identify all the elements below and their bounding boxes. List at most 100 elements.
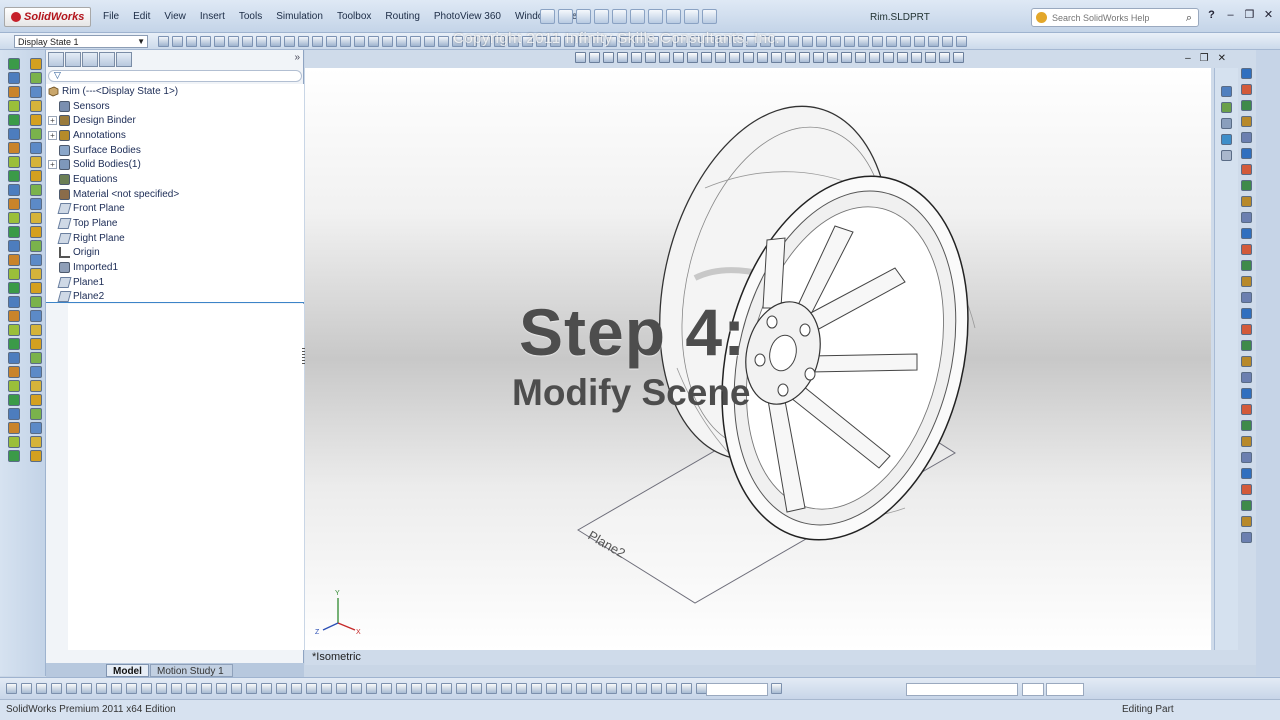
toolbar-tool-icon[interactable] bbox=[228, 36, 239, 47]
format-tool-icon[interactable] bbox=[276, 683, 287, 694]
dimxpert-tab-icon[interactable] bbox=[99, 52, 115, 67]
toolbar-tool-icon[interactable] bbox=[158, 36, 169, 47]
toolbar-tool-icon[interactable] bbox=[914, 36, 925, 47]
sketch-tool-icon[interactable] bbox=[1240, 340, 1252, 351]
rebuild-icon[interactable] bbox=[648, 9, 663, 24]
command-icon[interactable] bbox=[8, 352, 20, 364]
viewport-close-icon[interactable]: ✕ bbox=[1218, 53, 1226, 64]
format-tool-icon[interactable] bbox=[501, 683, 512, 694]
format-tool-icon[interactable] bbox=[336, 683, 347, 694]
command-icon[interactable] bbox=[30, 128, 42, 140]
feature-filter-input[interactable]: ▽ bbox=[48, 70, 302, 82]
toolbar-tool-icon[interactable] bbox=[942, 36, 953, 47]
propertymanager-tab-icon[interactable] bbox=[65, 52, 81, 67]
font-size-dropdown[interactable] bbox=[1022, 683, 1044, 696]
toolbar-tool-icon[interactable] bbox=[172, 36, 183, 47]
view-tool-icon[interactable] bbox=[883, 52, 894, 63]
toolbar-tool-icon[interactable] bbox=[396, 36, 407, 47]
format-tool-icon[interactable] bbox=[306, 683, 317, 694]
toolbar-tool-icon[interactable] bbox=[242, 36, 253, 47]
sketch-tool-icon[interactable] bbox=[1240, 484, 1252, 495]
viewport-minimize-icon[interactable]: – bbox=[1185, 53, 1191, 64]
view-tool-icon[interactable] bbox=[701, 52, 712, 63]
view-tool-icon[interactable] bbox=[687, 52, 698, 63]
command-icon[interactable] bbox=[30, 422, 42, 434]
sketch-tool-icon[interactable] bbox=[1240, 324, 1252, 335]
view-tool-icon[interactable] bbox=[841, 52, 852, 63]
format-tool-icon[interactable] bbox=[126, 683, 137, 694]
command-icon[interactable] bbox=[8, 324, 20, 336]
command-icon[interactable] bbox=[8, 282, 20, 294]
command-icon[interactable] bbox=[30, 338, 42, 350]
search-icon[interactable]: ⌕ bbox=[1186, 12, 1192, 25]
toolbar-tool-icon[interactable] bbox=[410, 36, 421, 47]
command-icon[interactable] bbox=[8, 142, 20, 154]
toolbar-tool-icon[interactable] bbox=[956, 36, 967, 47]
close-icon[interactable]: ✕ bbox=[1261, 8, 1276, 21]
format-tool-icon[interactable] bbox=[531, 683, 542, 694]
format-tool-icon[interactable] bbox=[351, 683, 362, 694]
toolbar-tool-icon[interactable] bbox=[298, 36, 309, 47]
format-tool-icon[interactable] bbox=[486, 683, 497, 694]
view-tool-icon[interactable] bbox=[715, 52, 726, 63]
new-document-icon[interactable] bbox=[540, 9, 555, 24]
command-icon[interactable] bbox=[8, 100, 20, 112]
view-tool-icon[interactable] bbox=[897, 52, 908, 63]
command-icon[interactable] bbox=[30, 156, 42, 168]
command-icon[interactable] bbox=[8, 86, 20, 98]
command-icon[interactable] bbox=[30, 366, 42, 378]
view-tool-icon[interactable] bbox=[589, 52, 600, 63]
search-input[interactable] bbox=[1052, 11, 1177, 24]
toolbar-tool-icon[interactable] bbox=[326, 36, 337, 47]
format-tool-icon[interactable] bbox=[441, 683, 452, 694]
format-tool-icon[interactable] bbox=[546, 683, 557, 694]
view-tool-icon[interactable] bbox=[925, 52, 936, 63]
command-icon[interactable] bbox=[8, 240, 20, 252]
command-icon[interactable] bbox=[8, 114, 20, 126]
format-tool-icon[interactable] bbox=[66, 683, 77, 694]
view-tool-icon[interactable] bbox=[827, 52, 838, 63]
toolbar-tool-icon[interactable] bbox=[802, 36, 813, 47]
command-icon[interactable] bbox=[8, 296, 20, 308]
sketch-tool-icon[interactable] bbox=[1240, 436, 1252, 447]
command-icon[interactable] bbox=[30, 86, 42, 98]
format-tool-icon[interactable] bbox=[96, 683, 107, 694]
command-icon[interactable] bbox=[8, 310, 20, 322]
toolbar-tool-icon[interactable] bbox=[928, 36, 939, 47]
view-tool-icon[interactable] bbox=[575, 52, 586, 63]
command-icon[interactable] bbox=[8, 254, 20, 266]
menu-photoview[interactable]: PhotoView 360 bbox=[427, 11, 508, 22]
tree-item[interactable]: Top Plane bbox=[46, 216, 304, 231]
toolbar-tool-icon[interactable] bbox=[368, 36, 379, 47]
format-tool-icon[interactable] bbox=[396, 683, 407, 694]
format-tool-icon[interactable] bbox=[111, 683, 122, 694]
undo-icon[interactable] bbox=[612, 9, 627, 24]
format-tool-icon[interactable] bbox=[321, 683, 332, 694]
format-tool-icon[interactable] bbox=[186, 683, 197, 694]
minimize-icon[interactable]: – bbox=[1223, 9, 1238, 21]
sketch-tool-icon[interactable] bbox=[1240, 468, 1252, 479]
toolbar-tool-icon[interactable] bbox=[858, 36, 869, 47]
view-tool-icon[interactable] bbox=[869, 52, 880, 63]
format-tool-icon[interactable] bbox=[681, 683, 692, 694]
open-icon[interactable] bbox=[558, 9, 573, 24]
menu-routing[interactable]: Routing bbox=[378, 11, 426, 22]
format-tool-icon[interactable] bbox=[561, 683, 572, 694]
view-tool-icon[interactable] bbox=[631, 52, 642, 63]
format-tool-icon[interactable] bbox=[51, 683, 62, 694]
command-icon[interactable] bbox=[30, 58, 42, 70]
style-dropdown[interactable] bbox=[706, 683, 768, 696]
sketch-tool-icon[interactable] bbox=[1240, 148, 1252, 159]
sketch-tool-icon[interactable] bbox=[1240, 228, 1252, 239]
menu-file[interactable]: File bbox=[96, 11, 126, 22]
format-tool-icon[interactable] bbox=[141, 683, 152, 694]
toolbar-tool-icon[interactable] bbox=[872, 36, 883, 47]
format-tool-icon[interactable] bbox=[261, 683, 272, 694]
sketch-tool-icon[interactable] bbox=[1240, 180, 1252, 191]
toolbar-tool-icon[interactable] bbox=[886, 36, 897, 47]
format-tool-icon[interactable] bbox=[456, 683, 467, 694]
sketch-tool-icon[interactable] bbox=[1240, 132, 1252, 143]
help-icon[interactable]: ? bbox=[1204, 9, 1219, 21]
view-tool-icon[interactable] bbox=[911, 52, 922, 63]
command-icon[interactable] bbox=[30, 240, 42, 252]
